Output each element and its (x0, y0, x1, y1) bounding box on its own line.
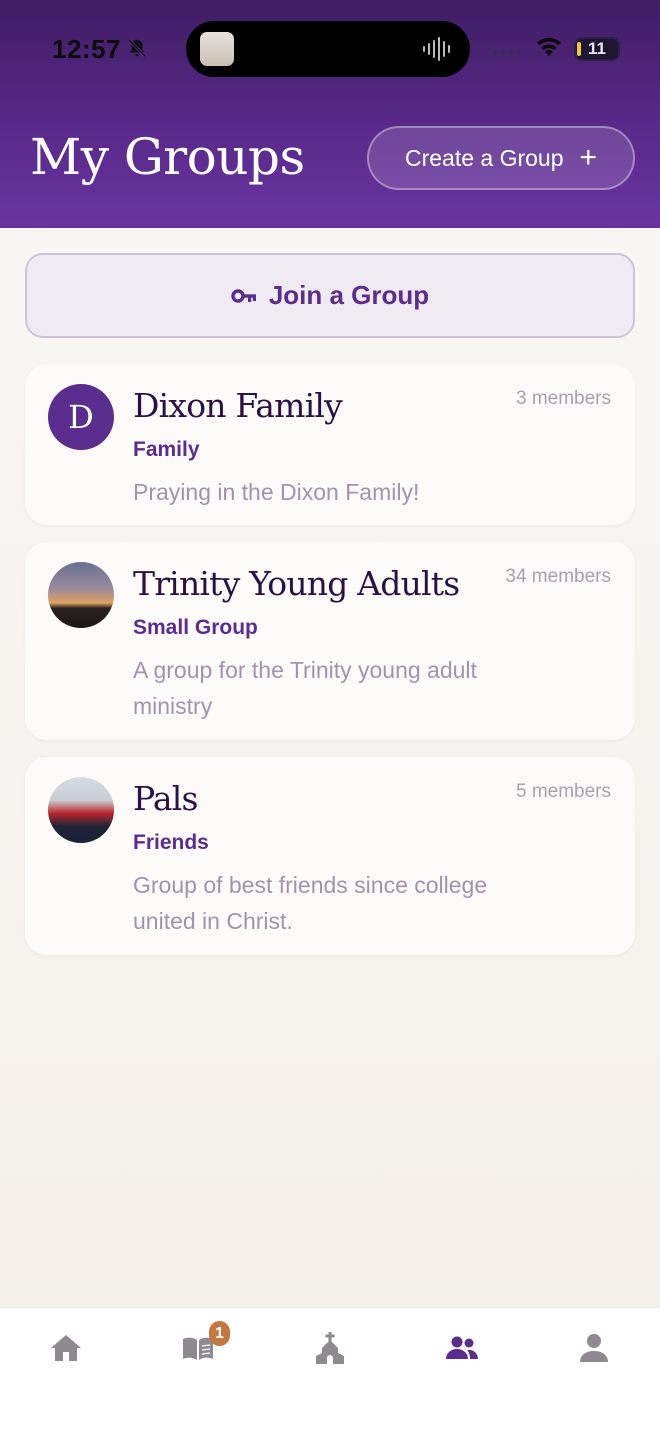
create-group-button[interactable]: Create a Group + (367, 126, 635, 190)
group-avatar: D (48, 384, 114, 450)
now-playing-artwork (200, 32, 234, 66)
status-bar: 12:57 11 (0, 20, 660, 78)
group-description: Praying in the Dixon Family! (133, 479, 420, 505)
group-type: Family (133, 438, 200, 461)
tab-bar: 1 (0, 1307, 660, 1434)
notification-badge: 1 (209, 1321, 230, 1346)
tab-home[interactable] (46, 1330, 86, 1366)
create-group-label: Create a Group (404, 144, 564, 171)
battery-fill (577, 42, 581, 56)
dynamic-island (186, 21, 470, 77)
page-title: My Groups (30, 128, 305, 186)
cellular-icon (492, 50, 522, 56)
home-icon (51, 1335, 81, 1361)
group-type: Friends (133, 831, 209, 854)
group-card-dixon-family[interactable]: D Dixon Family 3 members Family Praying … (25, 364, 635, 525)
key-icon (231, 288, 256, 303)
tab-profile[interactable] (574, 1330, 614, 1366)
battery-level: 11 (588, 39, 606, 58)
group-avatar-photo (48, 562, 114, 628)
plus-icon: + (579, 141, 598, 174)
member-count: 5 members (515, 781, 611, 802)
header: 12:57 11 My Groups Create a Group + (0, 0, 660, 228)
group-type: Small Group (133, 616, 258, 639)
join-group-label: Join a Group (268, 280, 430, 310)
group-avatar-photo (48, 777, 114, 843)
group-card-pals[interactable]: Pals 5 members Friends Group of best fri… (25, 757, 635, 955)
join-group-button[interactable]: Join a Group (25, 253, 635, 338)
status-time: 12:57 (52, 34, 121, 64)
audio-waveform-icon (423, 37, 450, 61)
group-name: Trinity Young Adults (133, 564, 460, 603)
group-name: Pals (133, 779, 198, 818)
bell-muted-icon (127, 38, 147, 58)
battery-indicator: 11 (574, 37, 620, 61)
wifi-icon (537, 37, 561, 56)
groups-icon (446, 1336, 478, 1359)
member-count: 3 members (515, 388, 611, 409)
profile-icon (580, 1334, 608, 1362)
group-description: Group of best friends since college unit… (133, 872, 488, 934)
tab-church[interactable] (310, 1330, 350, 1366)
member-count: 34 members (505, 566, 611, 587)
group-name: Dixon Family (133, 386, 343, 425)
tab-groups[interactable] (442, 1330, 482, 1366)
group-card-trinity-young-adults[interactable]: Trinity Young Adults 34 members Small Gr… (25, 542, 635, 740)
group-description: A group for the Trinity young adult mini… (133, 657, 477, 719)
church-icon (316, 1332, 344, 1364)
